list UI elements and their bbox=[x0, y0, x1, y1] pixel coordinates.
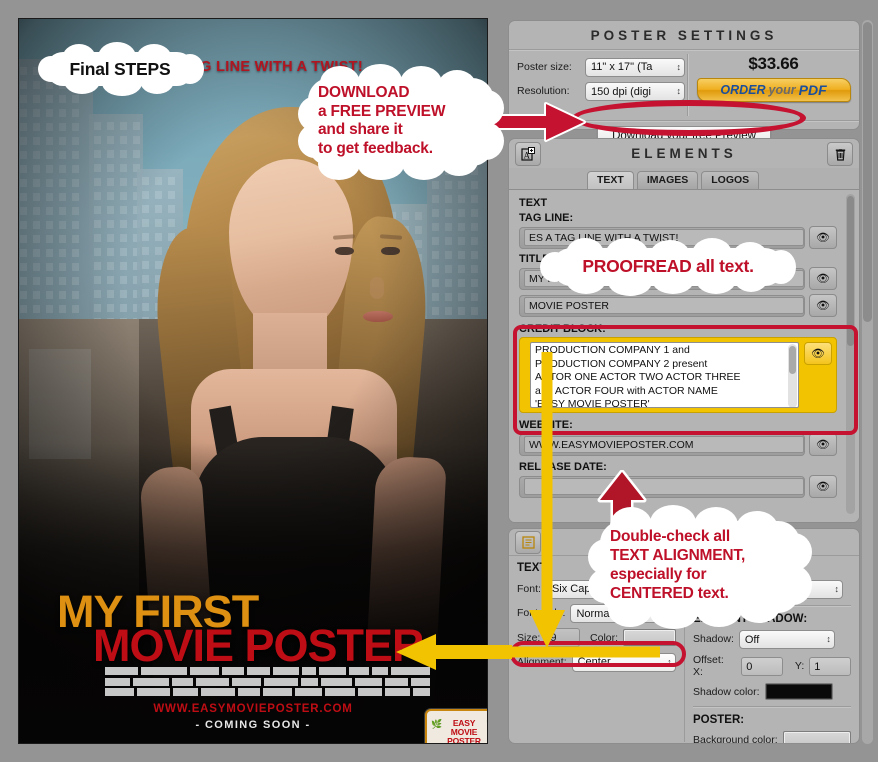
text-section-label: TEXT bbox=[519, 197, 548, 209]
callout-proofread-text: PROOFREAD all text. bbox=[582, 256, 754, 276]
offset-y-label: Y: bbox=[794, 660, 805, 672]
tab-images[interactable]: IMAGES bbox=[636, 171, 699, 189]
divider bbox=[693, 706, 851, 707]
shadow-color-label: Shadow color: bbox=[693, 685, 760, 698]
tagline-label: TAG LINE: bbox=[519, 212, 574, 224]
callout-download-line1: DOWNLOAD bbox=[318, 84, 410, 101]
eye-icon[interactable]: 👁 bbox=[809, 294, 837, 317]
callout-alignment-line1: Double-check all bbox=[610, 528, 730, 545]
add-text-glyph: A bbox=[521, 147, 535, 161]
callout-download-line3: and share it bbox=[318, 121, 403, 138]
poster-size-label: Poster size: bbox=[517, 60, 572, 73]
price-label: $33.66 bbox=[748, 54, 799, 73]
resolution-label: Resolution: bbox=[517, 85, 570, 98]
offset-x-input[interactable]: 0 bbox=[741, 656, 783, 676]
badge-line3: POSTER bbox=[447, 735, 481, 744]
nose bbox=[370, 277, 384, 299]
order-pdf-button[interactable]: ORDER your PDF bbox=[696, 78, 851, 102]
building bbox=[19, 59, 93, 359]
poster-size-select[interactable]: 11" x 17" (Ta bbox=[585, 57, 685, 77]
shadow-color-swatch[interactable] bbox=[764, 683, 833, 700]
eyebrow-left bbox=[332, 234, 356, 240]
callout-download-text: DOWNLOAD a FREE PREVIEW and share it to … bbox=[318, 84, 494, 158]
order-word-3: PDF bbox=[798, 82, 827, 98]
shadow-color-row: Shadow color: bbox=[693, 683, 851, 700]
eye-right bbox=[381, 247, 400, 255]
order-word-1: ORDER bbox=[720, 83, 766, 97]
callout-alignment-line4: CENTERED text. bbox=[610, 585, 729, 602]
lips bbox=[363, 311, 393, 322]
poster-size-selectwrap[interactable]: 11" x 17" (Ta bbox=[585, 57, 685, 77]
shadow-offset-row: Offset: X: 0 Y: 1 bbox=[693, 654, 851, 678]
eye-icon[interactable]: 👁 bbox=[809, 475, 837, 498]
credit-line bbox=[105, 677, 430, 686]
shadow-selectwrap[interactable]: Off bbox=[738, 630, 835, 649]
callout-alignment-line2: TEXT ALIGNMENT, bbox=[610, 547, 746, 564]
laurel-right-icon: 🌿 bbox=[486, 719, 487, 743]
callout-proofread: PROOFREAD all text. bbox=[540, 238, 796, 296]
eye-icon[interactable]: 👁 bbox=[809, 267, 837, 290]
shadow-select[interactable]: Off bbox=[738, 630, 835, 649]
tab-logos[interactable]: LOGOS bbox=[701, 171, 760, 189]
trash-glyph bbox=[835, 149, 845, 161]
offset-x-label: Offset: X: bbox=[693, 654, 724, 678]
laurel-left-icon: 🌿 bbox=[431, 719, 443, 729]
badge-text: EASY MOVIE POSTER .com bbox=[447, 719, 481, 744]
eye-left bbox=[335, 247, 354, 255]
eye-icon[interactable]: 👁 bbox=[809, 433, 837, 456]
trash-icon[interactable] bbox=[827, 142, 853, 166]
order-word-2: your bbox=[768, 83, 796, 97]
title-input-2[interactable]: MOVIE POSTER bbox=[524, 297, 804, 314]
callout-download-line2: a FREE PREVIEW bbox=[318, 102, 446, 120]
offset-y-input[interactable]: 1 bbox=[809, 656, 851, 676]
download-preview-highlight-ring bbox=[572, 100, 806, 136]
poster-size-row: Poster size: 11" x 17" (Ta bbox=[517, 57, 687, 77]
callout-final-steps: Final STEPS bbox=[36, 42, 204, 96]
elements-scroll-thumb[interactable] bbox=[847, 196, 854, 346]
background-color-row: Background color: bbox=[693, 731, 851, 744]
shadow-row: Shadow: Off bbox=[693, 630, 851, 649]
callout-download-line4: to get feedback. bbox=[318, 139, 433, 157]
background-color-swatch[interactable] bbox=[782, 731, 851, 743]
eye-icon[interactable]: 👁 bbox=[809, 226, 837, 249]
poster-website[interactable]: WWW.EASYMOVIEPOSTER.COM bbox=[19, 703, 487, 715]
poster-coming-soon[interactable]: - COMING SOON - bbox=[19, 719, 487, 731]
right-column-scrollbar[interactable] bbox=[862, 20, 873, 744]
callout-final-steps-text: Final STEPS bbox=[69, 59, 171, 79]
callout-alignment-line3: especially for bbox=[610, 566, 707, 583]
callout-download: DOWNLOAD a FREE PREVIEW and share it to … bbox=[298, 64, 504, 180]
poster-settings-heading: POSTER SETTINGS bbox=[590, 28, 778, 43]
subject-face bbox=[229, 159, 403, 331]
resolution-row: Resolution: 150 dpi (digi bbox=[517, 82, 687, 101]
callout-alignment: Double-check all TEXT ALIGNMENT, especia… bbox=[588, 505, 812, 629]
elements-tabs: TEXT IMAGES LOGOS bbox=[509, 168, 859, 190]
add-text-icon[interactable]: A bbox=[515, 142, 541, 166]
tab-text[interactable]: TEXT bbox=[587, 171, 634, 189]
background-color-label: Background color: bbox=[693, 733, 778, 744]
callout-alignment-text: Double-check all TEXT ALIGNMENT, especia… bbox=[610, 527, 804, 603]
app-root: ES A TAG LINE WITH A TWIST! MY FIRST MOV… bbox=[0, 0, 878, 762]
shadow-label: Shadow: bbox=[693, 633, 734, 646]
title-row-2: MOVIE POSTER 👁 bbox=[519, 294, 837, 317]
resolution-select[interactable]: 150 dpi (digi bbox=[585, 82, 685, 101]
credit-line bbox=[105, 688, 430, 696]
right-column-scroll-thumb[interactable] bbox=[863, 22, 872, 322]
resolution-selectwrap[interactable]: 150 dpi (digi bbox=[585, 82, 685, 101]
easy-movie-poster-badge: 🌿 EASY MOVIE POSTER .com 🌿 bbox=[425, 709, 487, 744]
poster-properties-title: POSTER: bbox=[693, 714, 745, 726]
title-fieldbox-2[interactable]: MOVIE POSTER bbox=[519, 294, 805, 317]
download-arrow bbox=[488, 102, 586, 142]
